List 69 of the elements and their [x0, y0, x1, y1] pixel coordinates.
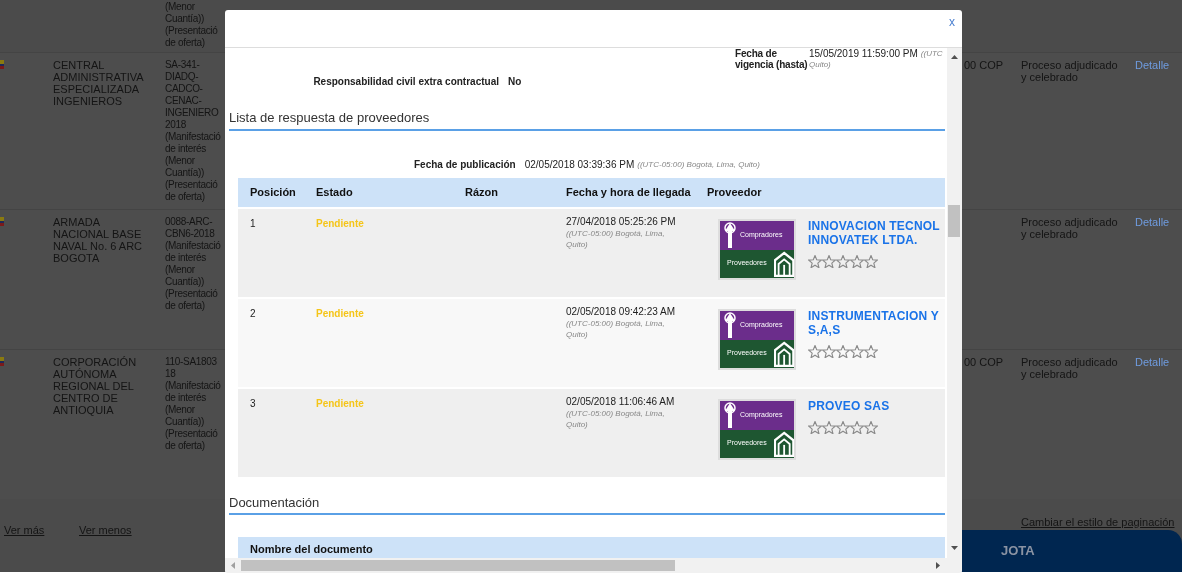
status-text: Pendiente: [316, 397, 364, 409]
star-icon: [822, 344, 836, 358]
star-icon: [864, 254, 878, 268]
time-zone-text: ((UTC: [920, 48, 943, 59]
time-zone-text: Quito): [809, 59, 832, 70]
scroll-right-icon[interactable]: [936, 562, 940, 569]
house-icon: [773, 430, 794, 457]
star-icon: [808, 420, 822, 434]
time-zone-text: ((UTC-05:00) Bogotá, Lima, Quito): [566, 407, 666, 430]
scrollbar-thumb[interactable]: [948, 205, 960, 237]
detail-link[interactable]: Detalle: [1135, 59, 1170, 71]
time-zone-text: ((UTC-05:00) Bogotá, Lima, Quito): [566, 317, 666, 340]
horizontal-scrollbar[interactable]: [225, 558, 962, 573]
column-header: Rázon: [465, 184, 499, 200]
provider-link[interactable]: INNOVACION TECNOL INNOVATEK LTDA.: [808, 218, 940, 247]
arrow-up-icon: [724, 402, 736, 428]
table-cell-text: 3: [250, 396, 257, 411]
field-label: Responsabilidad civil extra contractual: [312, 74, 500, 89]
star-icon: [836, 420, 850, 434]
arrival-date: 02/05/2018 09:42:23 AM: [566, 305, 676, 317]
provider-link[interactable]: PROVEO SAS: [808, 398, 890, 413]
status-text: Pendiente: [316, 217, 364, 229]
arrow-up-icon: [724, 222, 736, 248]
arrow-up-icon: [724, 312, 736, 338]
field-label: Fecha de vigencia (hasta): [735, 48, 809, 72]
field-value: No: [508, 74, 522, 89]
field-value: 15/05/2019 11:59:00 PM: [809, 48, 918, 59]
house-icon: [773, 340, 794, 367]
star-icon: [808, 344, 822, 358]
column-header: Fecha y hora de llegada: [566, 184, 692, 200]
field-label: Fecha de publicación: [414, 158, 516, 172]
star-icon: [850, 254, 864, 268]
banner-title: JOTA: [1001, 542, 1035, 561]
column-header: Nombre del documento: [250, 541, 373, 557]
star-icon: [808, 254, 822, 268]
scroll-down-icon[interactable]: [951, 546, 958, 550]
star-icon: [822, 254, 836, 268]
scroll-left-icon[interactable]: [231, 562, 235, 569]
column-header: Proveedor: [707, 184, 763, 200]
arrival-date: 27/04/2018 05:25:26 PM: [566, 215, 677, 227]
entity-name: ARMADA NACIONAL BASE NAVAL No. 6 ARC BOGOTA: [53, 216, 144, 264]
column-header: Estado: [316, 184, 354, 200]
column-header: Posición: [250, 184, 297, 200]
field-value: 02/05/2018 03:39:36 PM: [524, 158, 635, 172]
star-icon: [850, 420, 864, 434]
time-zone-text: ((UTC-05:00) Bogotá, Lima, Quito): [637, 158, 760, 171]
entity-name: CORPORACIÓN AUTÓNOMA REGIONAL DEL CENTRO DE ANTIOQUIA: [53, 356, 138, 416]
table-cell-text: 2: [250, 306, 257, 321]
star-icon: [836, 254, 850, 268]
provider-link[interactable]: INSTRUMENTACION Y S,A,S: [808, 308, 939, 337]
detail-link[interactable]: Detalle: [1135, 216, 1170, 228]
entity-name: CENTRAL ADMINISTRATIVA ESPECIALIZADA INGENIEROS: [53, 59, 145, 107]
star-icon: [850, 344, 864, 358]
arrival-date: 02/05/2018 11:06:46 AM: [566, 395, 676, 407]
status-text: Pendiente: [316, 307, 364, 319]
vertical-scrollbar[interactable]: [947, 48, 962, 558]
time-zone-text: ((UTC-05:00) Bogotá, Lima, Quito): [566, 227, 666, 250]
section-heading: Documentación: [229, 492, 945, 515]
star-icon: [836, 344, 850, 358]
table-cell-text: 1: [250, 216, 257, 231]
section-heading: Lista de respuesta de proveedores: [229, 108, 945, 131]
scroll-up-icon[interactable]: [951, 55, 958, 59]
close-button[interactable]: x: [948, 16, 956, 28]
house-icon: [773, 250, 794, 277]
detail-link[interactable]: Detalle: [1135, 356, 1170, 368]
star-icon: [822, 420, 836, 434]
star-icon: [864, 344, 878, 358]
star-icon: [864, 420, 878, 434]
scrollbar-thumb[interactable]: [241, 560, 675, 571]
